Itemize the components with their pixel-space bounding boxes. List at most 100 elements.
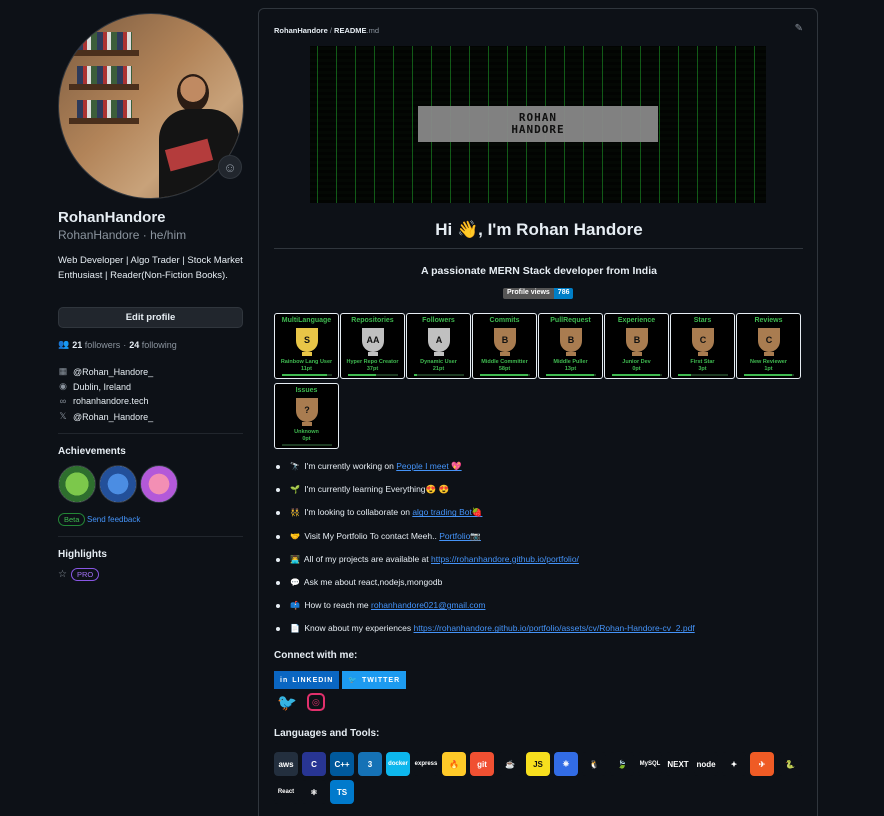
trophy-card: Issues? Unknown 0pt	[274, 383, 339, 449]
website-item: ∞ rohanhandore.tech	[58, 396, 244, 406]
tools-heading: Languages and Tools:	[274, 728, 380, 739]
trophy-base	[764, 352, 774, 356]
followers-link[interactable]: 21 followers	[72, 340, 120, 350]
docker-icon[interactable]: docker	[386, 752, 410, 776]
edit-readme-icon[interactable]: ✎	[795, 23, 803, 34]
kubernetes-icon[interactable]: ⎈	[554, 752, 578, 776]
react-icon[interactable]: React	[274, 780, 298, 804]
bullet-link[interactable]: rohanhandore021@gmail.com	[371, 600, 485, 610]
location-item: ◉ Dublin, Ireland	[59, 381, 132, 392]
list-item: 👯 I'm looking to collaborate on algo tra…	[276, 507, 806, 530]
trophy-base	[632, 352, 642, 356]
avatar[interactable]	[58, 13, 244, 199]
trophy-base	[698, 352, 708, 356]
trophy-icon: B	[494, 328, 516, 352]
css3-icon[interactable]: 3	[358, 752, 382, 776]
java-icon[interactable]: ☕	[498, 752, 522, 776]
git-icon[interactable]: git	[470, 752, 494, 776]
x-icon: 𝕏	[59, 411, 67, 421]
trophy-card: Experience B Junior Dev 0pt	[604, 313, 669, 379]
bullet-emoji: 🔭	[290, 462, 300, 471]
react-native-icon[interactable]: ⚛	[302, 780, 326, 804]
trophy-icon: A	[428, 328, 450, 352]
nextjs-icon[interactable]: NEXT	[666, 752, 690, 776]
instagram-icon[interactable]: ◎	[306, 693, 325, 711]
c-icon[interactable]: C	[302, 752, 326, 776]
trophy-grid: MultiLanguage S Rainbow Lang User 11pt Repos…	[274, 313, 804, 449]
readme-panel: RohanHandore / README.md ✎ ROHAN HANDORE …	[258, 8, 818, 816]
send-feedback-link[interactable]: Send feedback	[87, 515, 140, 524]
edit-profile-button[interactable]: Edit profile	[58, 307, 243, 328]
trophy-points: 1pt	[764, 366, 773, 372]
express-icon[interactable]: express	[414, 752, 438, 776]
trophy-points: 37pt	[366, 366, 379, 372]
achievement-badge[interactable]	[140, 465, 178, 503]
trophy-subtitle: New Reviewer	[750, 359, 787, 365]
banner-title: ROHAN HANDORE	[418, 106, 658, 142]
trophy-progress	[282, 374, 332, 376]
bullet-emoji: 🌱	[290, 485, 300, 495]
firebase-icon[interactable]: 🔥	[442, 752, 466, 776]
set-status-button[interactable]: ☺	[218, 155, 242, 179]
bullet-link[interactable]: People I meet 💖	[396, 461, 461, 471]
trophy-card: PullRequest B Middle Puller 13pt	[538, 313, 603, 379]
linux-icon[interactable]: 🐧	[582, 752, 606, 776]
trophy-title: MultiLanguage	[281, 317, 332, 324]
bullet-text: Visit My Portfolio To contact Meeh..	[304, 530, 440, 541]
postman-icon[interactable]: ✈	[750, 752, 774, 776]
mongodb-icon[interactable]: 🍃	[610, 752, 634, 776]
twitter-icon: 🐦	[348, 677, 359, 684]
nodejs-icon[interactable]: node	[694, 752, 718, 776]
trophy-icon: AA	[362, 328, 384, 352]
trophy-icon: B	[626, 328, 648, 352]
bullet-link[interactable]: https://rohanhandore.github.io/portfolio…	[431, 554, 579, 564]
bullet-text: How to reach me	[304, 600, 371, 611]
trophy-points: 58pt	[498, 366, 511, 372]
trophy-title: Commits	[489, 317, 520, 324]
trophy-base	[434, 352, 444, 356]
link-icon: ∞	[59, 396, 67, 406]
bullet-emoji: 🤝	[290, 531, 300, 541]
bullet-emoji: 👯	[290, 508, 300, 518]
achievement-badge[interactable]	[99, 465, 137, 503]
numpy-icon[interactable]: ✦	[722, 752, 746, 776]
tools-list: aws C C++ 3 docker express 🔥 git ☕ JS ⎈ 🐧 🍃 MySQL NEXT…	[274, 752, 804, 804]
aws-icon[interactable]: aws	[274, 752, 298, 776]
javascript-icon[interactable]: JS	[526, 752, 550, 776]
bullet-text: I'm currently learning Everything😍 😍	[304, 484, 450, 495]
cplusplus-icon[interactable]: C++	[330, 752, 354, 776]
following-link[interactable]: 24 following	[129, 340, 177, 350]
divider	[274, 248, 803, 249]
building-icon: ▦	[58, 366, 68, 376]
twitter-badge[interactable]: 🐦 TWITTER	[342, 671, 407, 689]
pro-badge: PRO	[70, 568, 100, 581]
bullet-emoji: 📫	[290, 601, 300, 611]
trophy-icon: C	[692, 328, 714, 352]
achievement-badge[interactable]	[58, 465, 96, 503]
list-item: 📄 Know about my experiences https://roha…	[276, 623, 806, 646]
profile-display-name: RohanHandore	[58, 209, 166, 226]
x-item: 𝕏 @Rohan_Handore_	[58, 411, 244, 422]
bullet-emoji: 👨‍💻	[290, 554, 300, 564]
mysql-icon[interactable]: MySQL	[638, 752, 662, 776]
python-icon[interactable]: 🐍	[778, 752, 802, 776]
trophy-subtitle: Junior Dev	[622, 359, 651, 365]
trophy-progress	[414, 374, 464, 376]
follow-stats: 👥 21 followers · 24 following	[58, 339, 177, 350]
divider	[58, 536, 243, 537]
trophy-subtitle: Middle Committer	[481, 359, 528, 365]
bullet-emoji: 💬	[290, 577, 300, 587]
bullet-link[interactable]: https://rohanhandore.github.io/portfolio…	[414, 623, 695, 633]
org-item: ▦ @Rohan_Handore_	[58, 366, 154, 377]
twitter-icon[interactable]: 🐦	[277, 693, 297, 713]
bullet-link[interactable]: algo trading Bot🍓	[412, 507, 482, 517]
x-link[interactable]: @Rohan_Handore_	[73, 412, 153, 422]
bullet-text: I'm currently working on	[304, 461, 397, 471]
trophy-card: Commits B Middle Committer 58pt	[472, 313, 537, 379]
website-link[interactable]: rohanhandore.tech	[73, 396, 149, 406]
achievements-title[interactable]: Achievements	[58, 446, 126, 457]
bullet-link[interactable]: Portfolio📷	[439, 531, 481, 541]
divider	[58, 433, 243, 434]
typescript-icon[interactable]: TS	[330, 780, 354, 804]
linkedin-badge[interactable]: in LINKEDIN	[274, 671, 340, 689]
